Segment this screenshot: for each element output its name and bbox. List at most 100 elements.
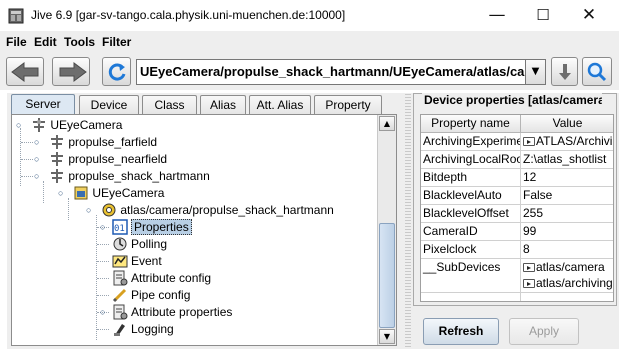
minimize-button[interactable]: — — [474, 0, 520, 31]
refresh-icon — [108, 63, 126, 81]
expanded-handle-icon[interactable]: ○ — [58, 188, 68, 198]
tree-connector — [20, 128, 21, 186]
server-instance-icon — [51, 169, 64, 183]
column-header-value[interactable]: Value — [521, 115, 613, 133]
tree-node-label: Attribute properties — [131, 305, 233, 319]
tree-node-server-instance[interactable]: ○ propulse_farfield — [34, 134, 158, 151]
toolbar: UEyeCamera/propulse_shack_hartmann/UEyeC… — [0, 53, 619, 90]
property-value-cell[interactable]: 99 — [521, 223, 613, 241]
tree-node-server-instance[interactable]: ○ propulse_shack_hartmann — [34, 168, 210, 185]
polling-icon — [113, 237, 127, 251]
menu-filter[interactable]: Filter — [102, 35, 131, 49]
go-button[interactable] — [551, 57, 578, 86]
expanded-handle-icon[interactable]: ○ — [34, 171, 44, 181]
edit-value-icon[interactable] — [523, 279, 535, 288]
tree-node-server[interactable]: ○ UEyeCamera — [16, 117, 122, 134]
title-bar: Jive 6.9 [gar-sv-tango.cala.physik.uni-m… — [0, 0, 619, 31]
tree-panel: Server Device Class Alias Att. Alias Pro… — [7, 93, 405, 349]
column-header-name[interactable]: Property name — [421, 115, 521, 133]
tab-att-alias[interactable]: Att. Alias — [249, 95, 311, 115]
property-value-cell[interactable]: 12 — [521, 169, 613, 187]
server-instance-icon — [51, 135, 64, 149]
tree-connector — [97, 329, 109, 330]
properties-table[interactable]: Property name Value ArchivingExperiment … — [420, 114, 614, 302]
menu-bar: File Edit Tools Filter — [0, 31, 619, 53]
path-dropdown-button[interactable]: ▼ — [526, 59, 546, 85]
menu-tools[interactable]: Tools — [64, 35, 95, 49]
tree-connector — [97, 244, 109, 245]
scroll-down-button[interactable]: ▼ — [379, 329, 395, 344]
edit-value-icon[interactable] — [523, 263, 535, 272]
tab-class[interactable]: Class — [142, 95, 197, 115]
tree-node-label: UEyeCamera — [50, 118, 123, 132]
tab-device[interactable]: Device — [79, 95, 139, 115]
tab-property[interactable]: Property — [314, 95, 382, 115]
close-button[interactable]: ✕ — [566, 0, 612, 31]
collapsed-handle-icon[interactable]: ○ — [100, 307, 110, 317]
scroll-up-button[interactable]: ▲ — [379, 116, 395, 131]
search-button[interactable] — [582, 57, 612, 86]
expanded-handle-icon[interactable]: ○ — [16, 120, 26, 130]
properties-panel: Device properties [atlas/camera/propulse… — [411, 93, 619, 349]
empty-cell — [521, 293, 613, 301]
event-icon — [112, 255, 128, 268]
menu-file[interactable]: File — [6, 35, 27, 49]
property-name-cell[interactable]: ArchivingLocalRoot — [421, 151, 521, 169]
tree-node-polling[interactable]: Polling — [112, 236, 167, 253]
tree-node-properties[interactable]: ○ 01 Properties — [100, 219, 192, 236]
apply-button[interactable]: Apply — [509, 318, 579, 345]
scroll-thumb[interactable] — [379, 223, 395, 328]
property-value-cell[interactable]: ATLAS/Archiving — [521, 133, 613, 151]
expanded-handle-icon[interactable]: ○ — [86, 205, 96, 215]
tree-node-pipe-config[interactable]: Pipe config — [112, 287, 190, 304]
tab-server[interactable]: Server — [11, 94, 75, 116]
tree-connector — [97, 261, 109, 262]
back-button[interactable] — [6, 57, 44, 86]
collapsed-handle-icon[interactable]: ○ — [34, 154, 44, 164]
property-name-cell[interactable]: Bitdepth — [421, 169, 521, 187]
collapsed-handle-icon[interactable]: ○ — [34, 137, 44, 147]
tree-scrollbar[interactable]: ▲ ▼ — [377, 115, 396, 345]
tree-node-label: propulse_shack_hartmann — [68, 169, 210, 183]
tree-node-attribute-config[interactable]: Attribute config — [112, 270, 211, 287]
tree-node-label: Logging — [131, 322, 174, 336]
tree-connector — [21, 142, 33, 143]
tree-node-class[interactable]: ○ UEyeCamera — [58, 185, 165, 202]
refresh-button[interactable]: Refresh — [423, 318, 499, 345]
tree-node-label: UEyeCamera — [92, 186, 165, 200]
tree-node-label: propulse_farfield — [68, 135, 158, 149]
class-icon — [74, 186, 88, 200]
property-name-cell[interactable]: BlacklevelAuto — [421, 187, 521, 205]
server-tree[interactable]: ○ UEyeCamera ○ propulse_farfield ○ propu… — [11, 114, 397, 346]
property-name-cell[interactable]: ArchivingExperiment — [421, 133, 521, 151]
maximize-button[interactable]: ☐ — [520, 0, 566, 31]
tree-connector — [21, 176, 33, 177]
property-name-cell[interactable]: __SubDevices — [421, 259, 521, 293]
collapsed-handle-icon[interactable]: ○ — [100, 222, 110, 232]
tree-node-server-instance[interactable]: ○ propulse_nearfield — [34, 151, 167, 168]
tab-alias[interactable]: Alias — [200, 95, 246, 115]
window-title: Jive 6.9 [gar-sv-tango.cala.physik.uni-m… — [31, 8, 346, 22]
tree-node-device[interactable]: ○ atlas/camera/propulse_shack_hartmann — [86, 202, 334, 219]
property-value-cell[interactable]: 255 — [521, 205, 613, 223]
tree-node-event[interactable]: Event — [112, 253, 162, 270]
server-icon — [33, 118, 46, 132]
device-path-field[interactable]: UEyeCamera/propulse_shack_hartmann/UEyeC… — [136, 59, 526, 85]
attribute-config-icon — [113, 270, 128, 286]
edit-value-icon[interactable] — [523, 137, 535, 146]
property-name-cell[interactable]: CameraID — [421, 223, 521, 241]
menu-edit[interactable]: Edit — [34, 35, 57, 49]
property-value-cell[interactable]: 8 — [521, 241, 613, 259]
property-name-cell[interactable]: Pixelclock — [421, 241, 521, 259]
property-name-cell[interactable]: BlacklevelOffset — [421, 205, 521, 223]
forward-button[interactable] — [52, 57, 90, 86]
property-value-cell[interactable]: False — [521, 187, 613, 205]
device-properties-group: Device properties [atlas/camera/propulse… — [413, 93, 617, 306]
device-icon — [102, 203, 116, 217]
logging-icon — [114, 324, 125, 336]
property-value-cell[interactable]: atlas/camera atlas/archiving — [521, 259, 613, 293]
refresh-button[interactable] — [102, 57, 131, 86]
tree-node-logging[interactable]: Logging — [112, 321, 174, 338]
tree-node-attribute-properties[interactable]: ○ Attribute properties — [100, 304, 233, 321]
property-value-cell[interactable]: Z:\atlas_shotlist — [521, 151, 613, 169]
